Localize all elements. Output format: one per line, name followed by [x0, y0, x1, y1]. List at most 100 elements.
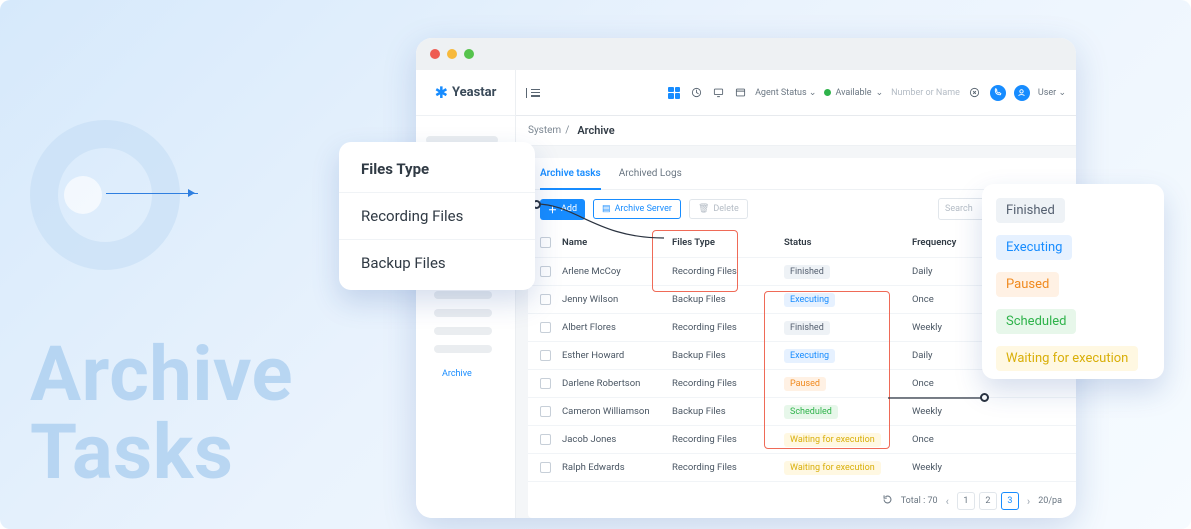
- cell-name: Ralph Edwards: [562, 462, 672, 473]
- table-row[interactable]: Jacob JonesRecording FilesWaiting for ex…: [528, 426, 1076, 454]
- pager-page[interactable]: 2: [979, 492, 997, 510]
- table-row[interactable]: Ralph EdwardsRecording FilesWaiting for …: [528, 454, 1076, 482]
- cell-status: Paused: [784, 377, 912, 391]
- profile-button[interactable]: [1014, 85, 1030, 101]
- cell-status: Executing: [784, 293, 912, 307]
- callout-title: Files Type: [339, 146, 535, 193]
- pager-prev[interactable]: ‹: [946, 495, 949, 508]
- dial-input[interactable]: Number or Name: [891, 88, 960, 98]
- cell-name: Darlene Robertson: [562, 378, 672, 389]
- sidebar-item-archive[interactable]: Archive: [434, 363, 505, 385]
- cell-frequency: Weekly: [912, 406, 1002, 417]
- maximize-icon[interactable]: [464, 49, 474, 59]
- pager-next[interactable]: ›: [1027, 495, 1030, 508]
- row-checkbox[interactable]: [540, 294, 551, 305]
- cell-status: Waiting for execution: [784, 433, 912, 447]
- cell-status: Waiting for execution: [784, 461, 912, 475]
- collapse-sidebar-icon[interactable]: [526, 86, 540, 100]
- cell-files-type: Backup Files: [672, 350, 784, 361]
- status-badge-paused: Paused: [996, 272, 1059, 297]
- window-icon[interactable]: [733, 86, 747, 100]
- hero-title: ArchiveTasks: [30, 335, 293, 492]
- pager-total: Total : 70: [901, 496, 938, 506]
- status-badge-finished: Finished: [996, 198, 1065, 223]
- cell-name: Jacob Jones: [562, 434, 672, 445]
- cell-frequency: Once: [912, 434, 1002, 445]
- cell-name: Cameron Williamson: [562, 406, 672, 417]
- col-status[interactable]: Status: [784, 237, 912, 248]
- pager-page[interactable]: 3: [1001, 492, 1019, 510]
- decor-dot: [64, 176, 102, 214]
- cell-files-type: Recording Files: [672, 266, 784, 277]
- cell-status: Executing: [784, 349, 912, 363]
- reload-button[interactable]: [882, 494, 893, 508]
- cell-files-type: Backup Files: [672, 294, 784, 305]
- minimize-icon[interactable]: [447, 49, 457, 59]
- user-dropdown[interactable]: User ⌄: [1038, 88, 1066, 98]
- col-files-type[interactable]: Files Type: [672, 237, 784, 248]
- pager-per-page[interactable]: 20/pa: [1038, 496, 1062, 506]
- add-button[interactable]: ＋Add: [540, 199, 585, 220]
- select-all-checkbox[interactable]: [540, 237, 551, 248]
- cell-files-type: Recording Files: [672, 462, 784, 473]
- cell-name: Esther Howard: [562, 350, 672, 361]
- cell-status: Finished: [784, 265, 912, 279]
- row-checkbox[interactable]: [540, 350, 551, 361]
- apps-icon[interactable]: [667, 86, 681, 100]
- dial-clear-icon[interactable]: [968, 86, 982, 100]
- availability-dropdown[interactable]: Available ⌄: [824, 88, 883, 98]
- files-type-option[interactable]: Recording Files: [339, 193, 535, 240]
- files-type-option[interactable]: Backup Files: [339, 240, 535, 286]
- sidebar-item-placeholder[interactable]: [434, 309, 492, 317]
- monitor-icon[interactable]: [711, 86, 725, 100]
- archive-server-button[interactable]: ▤Archive Server: [593, 199, 681, 219]
- clock-icon[interactable]: [689, 86, 703, 100]
- cell-files-type: Recording Files: [672, 434, 784, 445]
- window-titlebar: [416, 38, 1076, 70]
- sidebar-item-placeholder[interactable]: [434, 327, 492, 335]
- cell-status: Finished: [784, 321, 912, 335]
- sidebar-item-placeholder[interactable]: [434, 291, 492, 299]
- breadcrumb-parent[interactable]: System: [528, 125, 561, 136]
- close-icon[interactable]: [430, 49, 440, 59]
- tab-archive-tasks[interactable]: Archive tasks: [540, 158, 601, 189]
- brand-logo: ✱ Yeastar: [416, 70, 515, 116]
- plus-icon: ＋: [548, 203, 557, 216]
- tab-archived-logs[interactable]: Archived Logs: [619, 158, 682, 189]
- col-name[interactable]: Name: [562, 237, 672, 248]
- decor-arrow: [106, 193, 198, 194]
- row-checkbox[interactable]: [540, 322, 551, 333]
- row-checkbox[interactable]: [540, 406, 551, 417]
- status-badge-executing: Executing: [996, 235, 1072, 260]
- cell-files-type: Backup Files: [672, 406, 784, 417]
- delete-button[interactable]: 🗑Delete: [689, 199, 748, 219]
- cell-name: Jenny Wilson: [562, 294, 672, 305]
- cell-files-type: Recording Files: [672, 322, 784, 333]
- status-badge-scheduled: Scheduled: [996, 309, 1076, 334]
- brand-icon: ✱: [435, 85, 448, 101]
- table-row[interactable]: Cameron WilliamsonBackup FilesScheduledW…: [528, 398, 1076, 426]
- call-button[interactable]: [990, 85, 1006, 101]
- sidebar-item-placeholder[interactable]: [434, 345, 492, 353]
- cell-status: Scheduled: [784, 405, 912, 419]
- topbar: Agent Status ⌄ Available ⌄ Number or Nam…: [516, 70, 1076, 116]
- decor-ring: [30, 120, 180, 270]
- row-checkbox[interactable]: [540, 434, 551, 445]
- brand-name: Yeastar: [452, 85, 496, 100]
- row-checkbox[interactable]: [540, 462, 551, 473]
- row-checkbox[interactable]: [540, 266, 551, 277]
- cell-frequency: Weekly: [912, 462, 1002, 473]
- files-type-callout: Files Type Recording Files Backup Files: [339, 142, 535, 290]
- status-legend-callout: Finished Executing Paused Scheduled Wait…: [982, 184, 1164, 379]
- cell-frequency: Once: [912, 378, 1002, 389]
- status-badge-waiting: Waiting for execution: [996, 346, 1138, 371]
- breadcrumb: System / Archive: [516, 116, 1076, 146]
- breadcrumb-current: Archive: [577, 124, 614, 137]
- agent-status-dropdown[interactable]: Agent Status ⌄: [755, 88, 816, 98]
- cell-files-type: Recording Files: [672, 378, 784, 389]
- available-dot-icon: [824, 89, 831, 96]
- pager-page[interactable]: 1: [957, 492, 975, 510]
- cell-name: Albert Flores: [562, 322, 672, 333]
- trash-icon: 🗑: [698, 204, 709, 214]
- row-checkbox[interactable]: [540, 378, 551, 389]
